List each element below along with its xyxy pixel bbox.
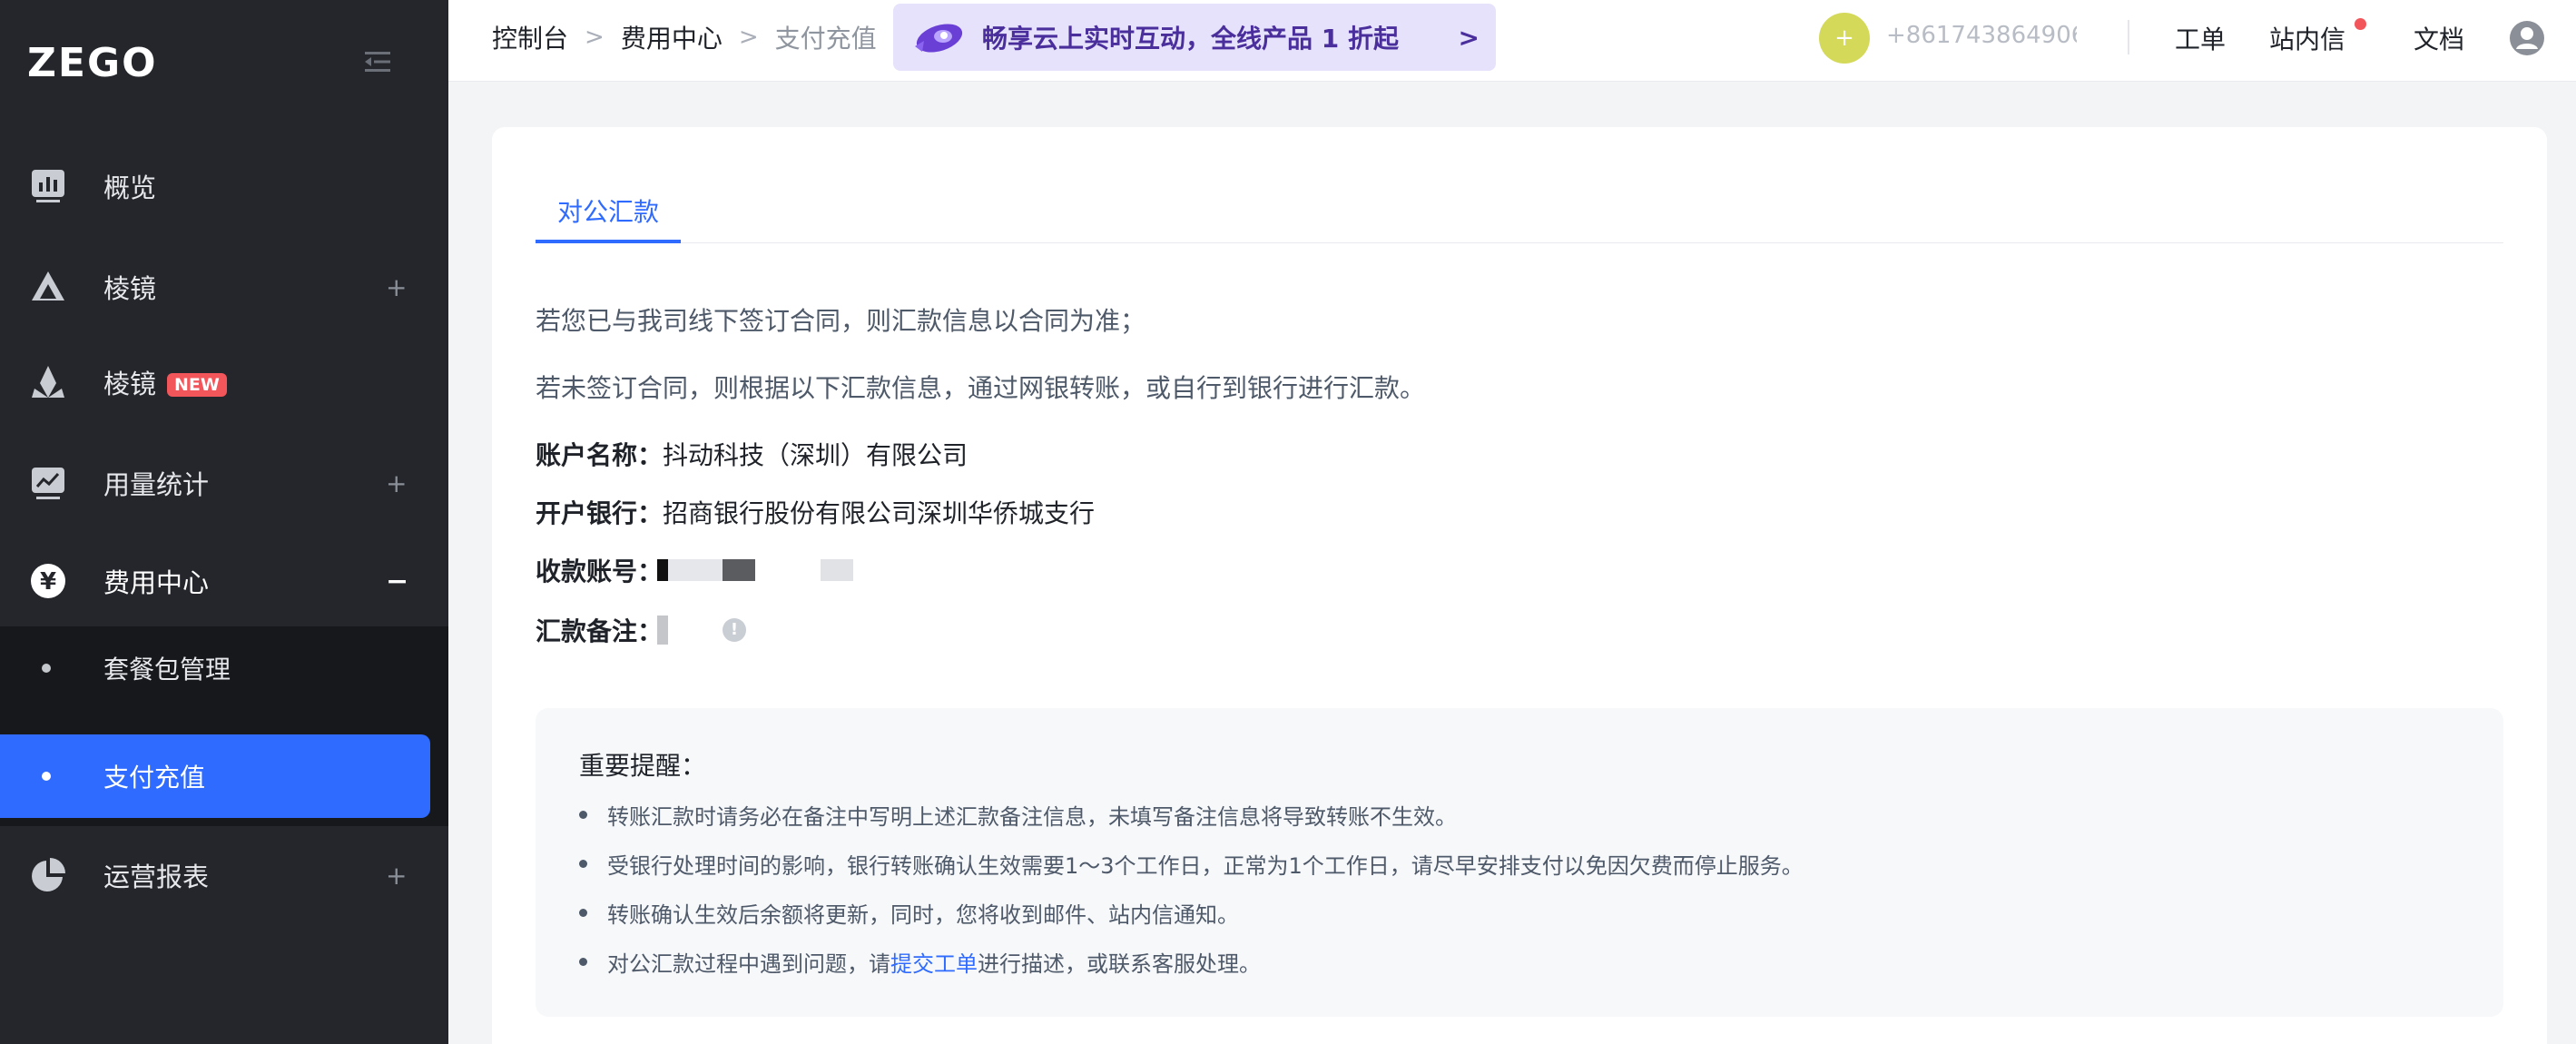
intro-text-1: 若您已与我司线下签订合同，则汇款信息以合同为准； [536, 306, 1146, 336]
bank-row: 开户银行： 招商银行股份有限公司深圳华侨城支行 [536, 494, 1095, 530]
tab-divider [536, 242, 2503, 243]
zego-logo[interactable]: ZEGO [27, 40, 157, 86]
notice-item-text: 对公汇款过程中遇到问题，请提交工单进行描述，或联系客服处理。 [607, 951, 1261, 977]
sidebar-item-reports[interactable]: 运营报表 + [0, 826, 448, 924]
dashboard-icon [32, 170, 64, 202]
account-icon[interactable] [2509, 20, 2545, 56]
notice-item: 受银行处理时间的影响，银行转账确认生效需要1～3个工作日，正常为1个工作日，请尽… [579, 848, 1804, 880]
bank-value: 招商银行股份有限公司深圳华侨城支行 [663, 498, 1096, 528]
notice-item: 对公汇款过程中遇到问题，请提交工单进行描述，或联系客服处理。 [579, 946, 1261, 978]
usage-chart-icon [32, 468, 64, 499]
chevron-right-icon: > [585, 24, 605, 51]
top-header: 控制台 > 费用中心 > 支付充值 畅享云上实时互动，全线产品 1 折起 > +… [448, 0, 2576, 82]
yuan-icon: ¥ [31, 564, 65, 598]
account-name-row: 账户名称： 抖动科技（深圳）有限公司 [536, 436, 968, 472]
sidebar-subitem-label: 支付充值 [103, 763, 206, 793]
notice-title: 重要提醒： [579, 751, 707, 781]
tab-corporate-transfer[interactable]: 对公汇款 [557, 192, 659, 229]
account-number-label: 收款账号： [536, 556, 664, 586]
collapse-minus-icon[interactable]: − [386, 566, 408, 597]
user-avatar[interactable]: + [1819, 13, 1870, 64]
notice-item-text: 受银行处理时间的影响，银行转账确认生效需要1～3个工作日，正常为1个工作日，请尽… [607, 853, 1804, 879]
bank-label: 开户银行： [536, 498, 664, 528]
breadcrumb-billing[interactable]: 费用中心 [621, 19, 723, 55]
promo-text: 畅享云上实时互动，全线产品 1 折起 [982, 24, 1399, 54]
sidebar-item-label: 用量统计 [103, 469, 210, 500]
messages-link[interactable]: 站内信 [2269, 20, 2345, 56]
notice-item: 转账确认生效后余额将更新，同时，您将收到邮件、站内信通知。 [579, 897, 1239, 929]
sidebar-item-label: 费用中心 [103, 567, 210, 598]
account-number-row: 收款账号： [536, 552, 854, 588]
sidebar-item-usage[interactable]: 用量统计 + [0, 434, 448, 532]
user-phone[interactable]: +86174386490603 [1886, 22, 2077, 49]
sidebar: ZEGO 概览 棱镜 + 棱镜 NEW 用量统计 + ¥ 费用中心 − 套餐包管… [0, 0, 448, 1044]
remark-row: 汇款备注： ! [536, 612, 747, 648]
expand-plus-icon[interactable]: + [386, 468, 407, 498]
rocket-promo-icon [915, 24, 963, 53]
sidebar-item-label: 运营报表 [103, 862, 210, 892]
account-name-value: 抖动科技（深圳）有限公司 [663, 440, 968, 470]
bullet-dot-icon [42, 772, 51, 781]
breadcrumb-current: 支付充值 [774, 24, 877, 54]
intro-text-2: 若未签订合同，则根据以下汇款信息，通过网银转账，或自行到银行进行汇款。 [536, 373, 1426, 403]
sidebar-item-prism[interactable]: 棱镜 + [0, 238, 448, 336]
ticket-link[interactable]: 工单 [2175, 20, 2226, 56]
sidebar-item-label: 棱镜 [103, 273, 157, 304]
bullet-dot-icon [579, 811, 587, 819]
promo-arrow-icon: > [1458, 22, 1480, 53]
breadcrumb: 控制台 > 费用中心 > 支付充值 [492, 20, 877, 54]
expand-plus-icon[interactable]: + [386, 861, 407, 891]
bullet-dot-icon [579, 909, 587, 917]
bullet-dot-icon [579, 860, 587, 868]
sidebar-item-billing[interactable]: ¥ 费用中心 − [0, 532, 448, 630]
prism-new-icon [32, 366, 64, 398]
payment-card: 对公汇款 若您已与我司线下签订合同，则汇款信息以合同为准； 若未签订合同，则根据… [492, 127, 2547, 1044]
sidebar-subitem-label: 套餐包管理 [103, 655, 231, 685]
sidebar-item-prism-new[interactable]: 棱镜 NEW [0, 333, 448, 431]
sidebar-subitem-payment[interactable]: 支付充值 [0, 734, 430, 818]
account-name-label: 账户名称： [536, 440, 664, 470]
sidebar-item-label: 棱镜 NEW [103, 363, 227, 401]
notice-item-text: 转账确认生效后余额将更新，同时，您将收到邮件、站内信通知。 [607, 902, 1239, 928]
notice-item: 转账汇款时请务必在备注中写明上述汇款备注信息，未填写备注信息将导致转账不生效。 [579, 799, 1457, 831]
collapse-sidebar-icon[interactable] [361, 45, 394, 78]
sidebar-subitem-packages[interactable]: 套餐包管理 [0, 626, 448, 710]
header-divider [2128, 20, 2129, 54]
remark-label: 汇款备注： [536, 616, 664, 646]
sidebar-item-label: 概览 [103, 172, 157, 203]
bullet-dot-icon [579, 958, 587, 966]
new-badge: NEW [167, 373, 227, 397]
info-icon[interactable]: ! [723, 618, 747, 642]
promo-banner[interactable]: 畅享云上实时互动，全线产品 1 折起 > [893, 4, 1496, 71]
breadcrumb-console[interactable]: 控制台 [492, 19, 568, 55]
bullet-dot-icon [42, 664, 51, 673]
billing-submenu: 套餐包管理 支付充值 [0, 626, 448, 826]
important-notice: 重要提醒： 转账汇款时请务必在备注中写明上述汇款备注信息，未填写备注信息将导致转… [536, 708, 2503, 1017]
sidebar-item-overview[interactable]: 概览 [0, 137, 448, 235]
tab-active-indicator [536, 240, 681, 243]
unread-dot [2355, 18, 2366, 30]
pie-chart-icon [32, 858, 65, 891]
notice-item-text: 转账汇款时请务必在备注中写明上述汇款备注信息，未填写备注信息将导致转账不生效。 [607, 804, 1457, 830]
chevron-right-icon: > [738, 24, 759, 51]
remark-redacted [657, 616, 669, 645]
svg-text:¥: ¥ [40, 568, 56, 596]
account-number-redacted [657, 559, 854, 581]
prism-icon [32, 271, 64, 300]
expand-plus-icon[interactable]: + [386, 272, 407, 302]
docs-link[interactable]: 文档 [2414, 20, 2464, 56]
submit-ticket-link[interactable]: 提交工单 [890, 951, 978, 977]
